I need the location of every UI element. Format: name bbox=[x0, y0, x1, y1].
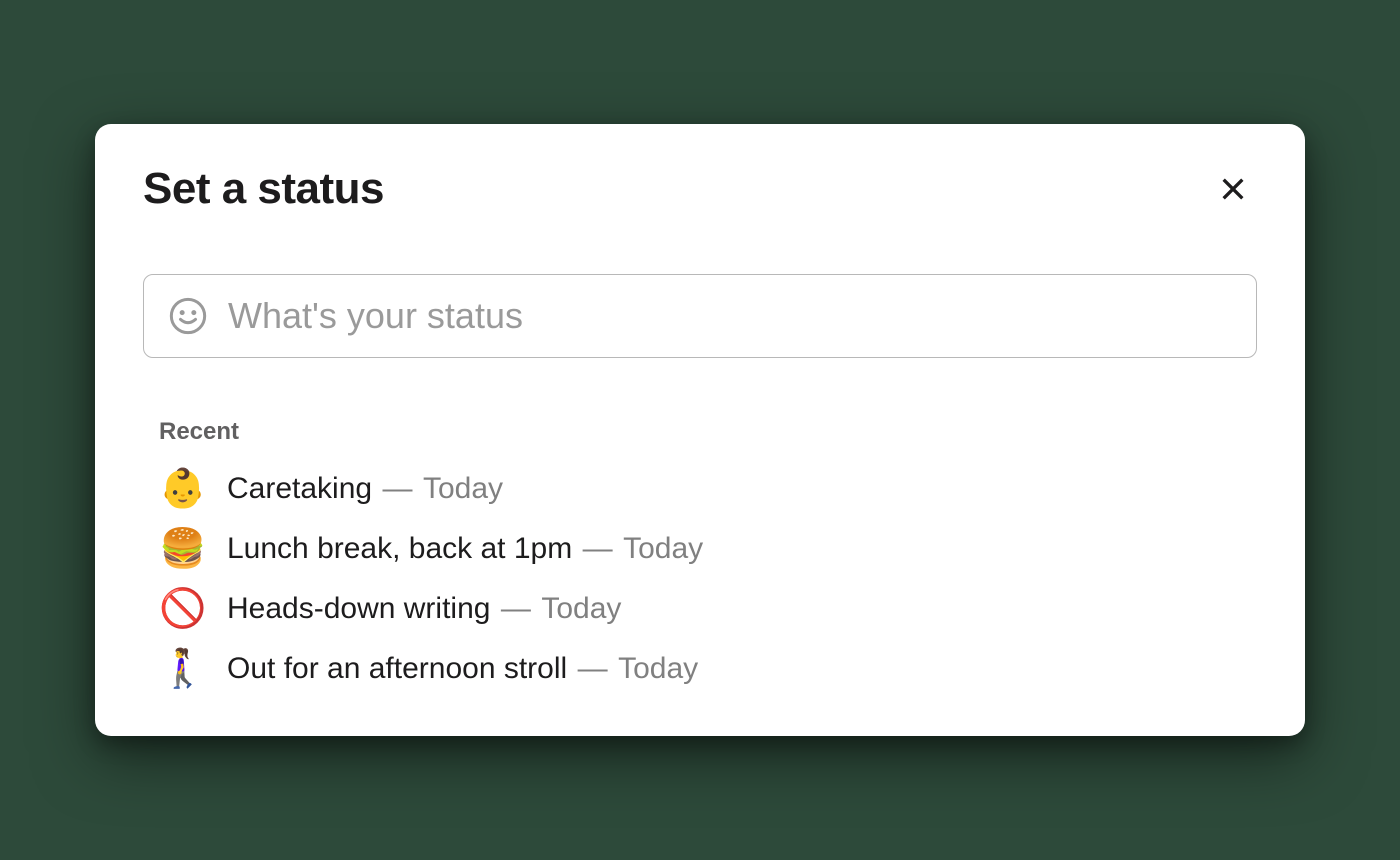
recent-list: 👶 Caretaking — Today 🍔 Lunch break, back… bbox=[159, 470, 1257, 688]
recent-item-time: Today bbox=[618, 652, 698, 685]
recent-item-text: Caretaking — Today bbox=[227, 471, 503, 507]
no-entry-emoji-icon: 🚫 bbox=[159, 590, 203, 628]
recent-item-separator: — bbox=[578, 652, 608, 685]
recent-item-separator: — bbox=[583, 532, 613, 565]
recent-status-item[interactable]: 🚶‍♀️ Out for an afternoon stroll — Today bbox=[159, 650, 1257, 688]
baby-emoji-icon: 👶 bbox=[159, 470, 203, 508]
recent-status-item[interactable]: 🚫 Heads-down writing — Today bbox=[159, 590, 1257, 628]
recent-item-time: Today bbox=[423, 472, 503, 505]
walking-emoji-icon: 🚶‍♀️ bbox=[159, 650, 203, 688]
set-status-dialog: Set a status Recent 👶 Caretaking bbox=[95, 124, 1305, 736]
recent-status-item[interactable]: 👶 Caretaking — Today bbox=[159, 470, 1257, 508]
emoji-picker-button[interactable] bbox=[168, 296, 208, 336]
dialog-title: Set a status bbox=[143, 164, 384, 214]
recent-heading: Recent bbox=[159, 418, 1257, 446]
recent-item-text: Lunch break, back at 1pm — Today bbox=[227, 531, 703, 567]
status-input[interactable] bbox=[228, 295, 1232, 337]
recent-item-separator: — bbox=[383, 472, 413, 505]
recent-item-label: Out for an afternoon stroll bbox=[227, 652, 567, 685]
close-button[interactable] bbox=[1209, 165, 1257, 213]
recent-item-label: Heads-down writing bbox=[227, 592, 490, 625]
hamburger-emoji-icon: 🍔 bbox=[159, 530, 203, 568]
smiley-icon bbox=[168, 296, 208, 336]
recent-item-time: Today bbox=[541, 592, 621, 625]
recent-item-label: Lunch break, back at 1pm bbox=[227, 532, 572, 565]
status-input-container bbox=[143, 274, 1257, 358]
recent-item-label: Caretaking bbox=[227, 472, 372, 505]
recent-status-item[interactable]: 🍔 Lunch break, back at 1pm — Today bbox=[159, 530, 1257, 568]
recent-item-time: Today bbox=[623, 532, 703, 565]
close-icon bbox=[1217, 173, 1249, 205]
recent-item-text: Out for an afternoon stroll — Today bbox=[227, 651, 698, 687]
recent-item-separator: — bbox=[501, 592, 531, 625]
recent-item-text: Heads-down writing — Today bbox=[227, 591, 621, 627]
recent-section: Recent 👶 Caretaking — Today 🍔 Lunch brea… bbox=[143, 418, 1257, 688]
dialog-header: Set a status bbox=[143, 164, 1257, 214]
